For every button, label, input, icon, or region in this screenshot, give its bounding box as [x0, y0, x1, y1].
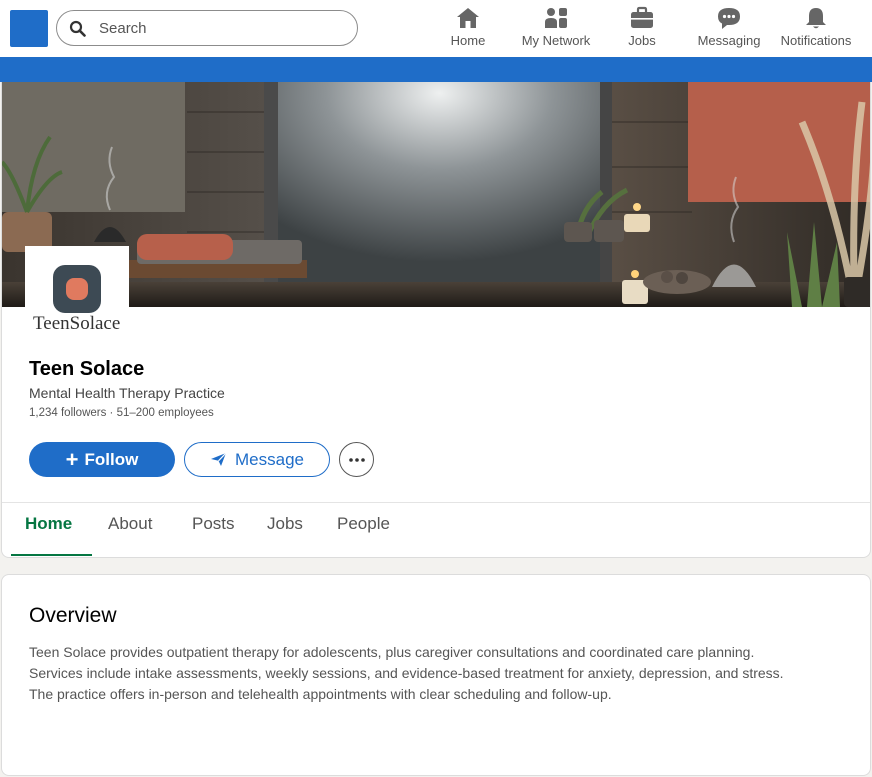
tab-home[interactable]: Home [25, 514, 72, 534]
nav-jobs-label: Jobs [628, 33, 656, 48]
logo-mark-icon [53, 265, 101, 313]
follow-button[interactable]: + Follow [29, 442, 175, 477]
search-icon [69, 20, 86, 37]
tab-people[interactable]: People [337, 514, 390, 534]
company-tagline: Mental Health Therapy Practice [29, 385, 225, 401]
tab-posts[interactable]: Posts [192, 514, 235, 534]
network-icon [545, 8, 567, 28]
nav-home-label: Home [450, 33, 486, 48]
tab-about[interactable]: About [108, 514, 152, 534]
company-card: TeenSolace Teen Solace Mental Health The… [1, 82, 871, 558]
cover-image [2, 82, 870, 307]
message-button[interactable]: Message [184, 442, 330, 477]
company-meta: 1,234 followers · 51–200 employees [29, 407, 214, 419]
nav-notifications-label: Notifications [780, 33, 852, 48]
follow-label: Follow [84, 449, 139, 469]
overview-card: Overview Teen Solace provides outpatient… [1, 574, 871, 776]
app-logo[interactable] [10, 10, 48, 47]
nav-messaging-label: Messaging [697, 33, 761, 48]
search-box[interactable] [56, 10, 358, 46]
nav-notifications[interactable]: Notifications [778, 6, 854, 52]
bell-icon [806, 8, 826, 29]
nav-home[interactable]: Home [448, 6, 488, 52]
nav-messaging[interactable]: Messaging [697, 6, 761, 52]
send-icon [211, 452, 227, 466]
briefcase-icon [631, 6, 653, 28]
nav-my-network[interactable]: My Network [518, 6, 594, 52]
chat-icon [718, 8, 740, 29]
overview-line: Teen Solace provides outpatient therapy … [29, 644, 755, 660]
home-icon [457, 8, 479, 28]
overview-title: Overview [29, 604, 117, 627]
overview-line: The practice offers in-person and telehe… [29, 686, 612, 702]
top-navigation: Home My Network Jobs Messaging [0, 0, 872, 57]
search-input[interactable] [99, 17, 339, 39]
overview-line: Services include intake assessments, wee… [29, 665, 784, 681]
company-name: Teen Solace [29, 358, 145, 380]
message-label: Message [235, 449, 304, 469]
overview-description: Teen Solace provides outpatient therapy … [29, 642, 859, 705]
more-options-button[interactable] [339, 442, 374, 477]
brand-banner-strip [0, 57, 872, 82]
active-tab-indicator [11, 554, 92, 556]
plus-icon: + [65, 446, 79, 472]
ellipsis-icon [348, 457, 365, 462]
tab-jobs[interactable]: Jobs [267, 514, 303, 534]
nav-my-network-label: My Network [521, 33, 591, 48]
logo-wordmark: TeenSolace [33, 313, 121, 334]
tabs-divider [2, 502, 870, 503]
nav-jobs[interactable]: Jobs [626, 6, 658, 52]
